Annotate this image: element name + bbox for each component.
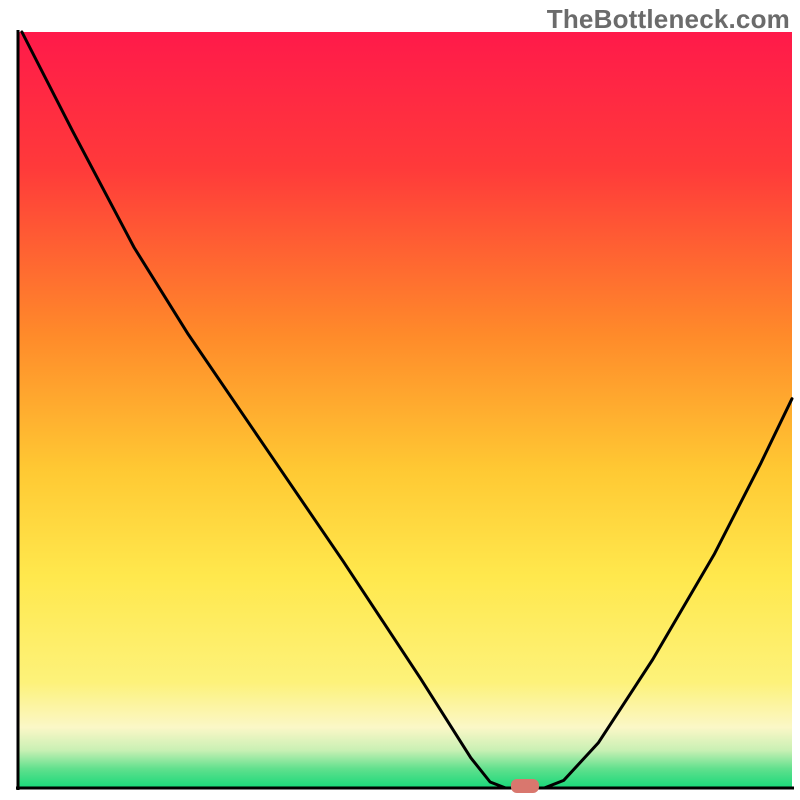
chart-container: TheBottleneck.com bbox=[0, 0, 800, 800]
bottleneck-chart bbox=[0, 0, 800, 800]
watermark-text: TheBottleneck.com bbox=[547, 4, 790, 35]
optimal-marker bbox=[511, 779, 539, 793]
plot-background bbox=[18, 32, 792, 788]
